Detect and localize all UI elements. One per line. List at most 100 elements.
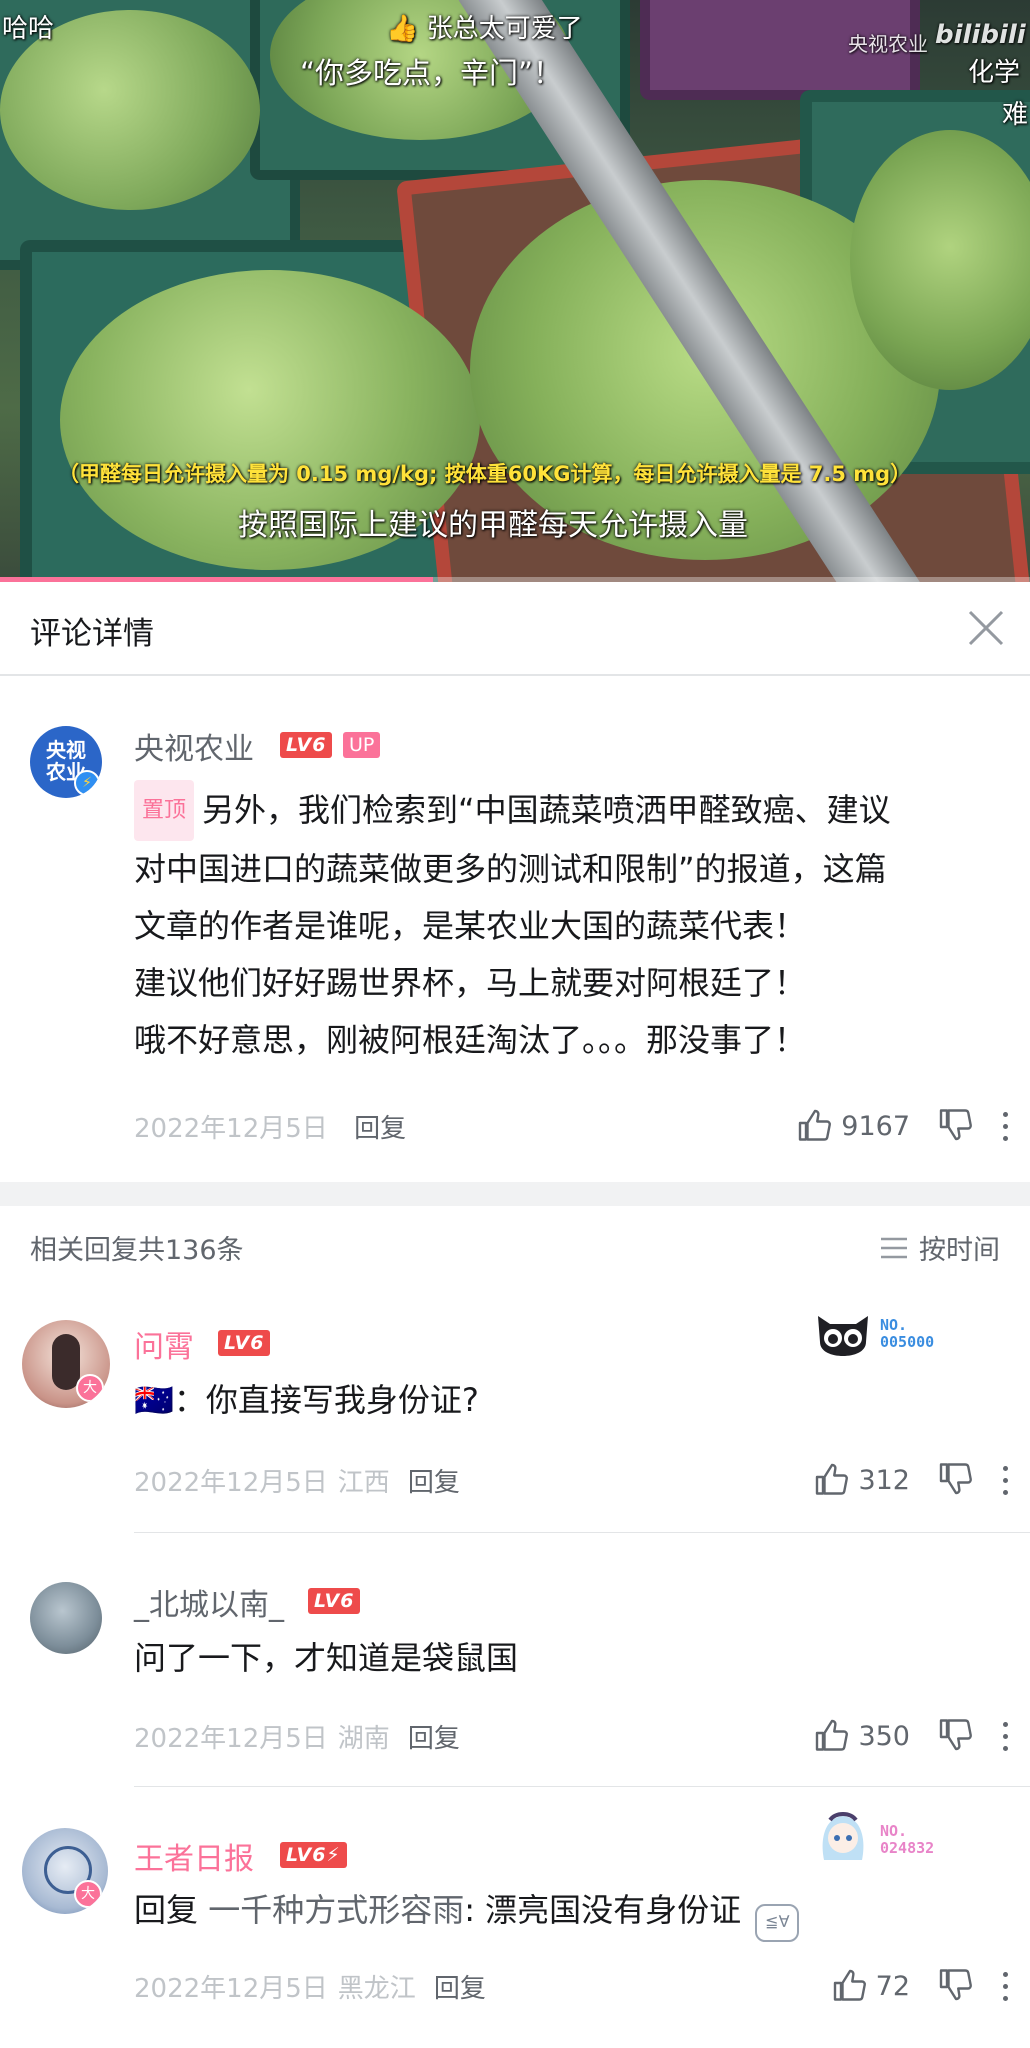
like-button[interactable]: 312 [814,1462,910,1498]
more-options-button[interactable] [1000,1718,1010,1754]
pin-badge: 置顶 [134,780,195,841]
comment-detail-header: 评论详情 [0,582,1030,676]
subtitle-main: 按照国际上建议的甲醛每天允许摄入量 [238,508,748,543]
more-options-button[interactable] [1000,1108,1010,1144]
avatar[interactable]: 央视 农业 ⚡ [30,726,102,798]
reply-content: 问了一下，才知道是袋鼠国 [134,1639,519,1677]
danmaku-text: “你多吃点，辛门”！ [300,56,563,90]
reply-date: 2022年12月5日 [134,1974,328,2004]
reply-actions: 350 [814,1716,1010,1756]
panel-title: 评论详情 [30,616,154,652]
more-options-button[interactable] [1000,1968,1010,2004]
reply-count: 相关回复共136条 [30,1235,244,1266]
avatar[interactable] [30,1582,102,1654]
lightning-icon: ⚡ [326,1844,341,1866]
comment-line: 置顶 另外，我们检索到“中国蔬菜喷洒甲醛致癌、建议 [134,780,994,841]
watermark-site: bilibili [935,20,1026,50]
reply-button[interactable]: 回复 [408,1468,460,1498]
level-text: LV6 [286,1844,327,1866]
thumbs-down-icon [939,1109,972,1141]
sort-icon [881,1237,907,1258]
thumbs-up-icon [833,1969,866,2001]
reply-item: 大 王者日报 LV6⚡ NO. 024832 回复 一千种方式形容雨: 漂亮国没… [0,1790,1030,2048]
more-options-button[interactable] [1000,1462,1010,1498]
username[interactable]: 央视农业 [134,724,254,768]
fan-number: NO. 005000 [880,1317,934,1351]
reply-prefix: 回复 [134,1891,209,1929]
comment-actions: 9167 [797,1106,1010,1146]
danmaku-text: 化学 [968,58,1021,88]
fan-number-value: 024832 [880,1839,935,1857]
reply-meta: 2022年12月5日 湖南 回复 [134,1718,460,1755]
more-icon [1002,1971,1008,1977]
reply-button[interactable]: 回复 [434,1974,486,2004]
reply-button[interactable]: 回复 [408,1724,460,1754]
danmaku-text: 张总太可爱了 [426,14,583,44]
cat-face-icon [818,1316,868,1356]
level-badge: LV6 [280,732,333,758]
avatar[interactable]: 大 [22,1320,110,1408]
more-icon [1002,1995,1008,2001]
comment-line: 对中国进口的蔬菜做更多的测试和限制”的报道，这篇 [134,850,887,888]
level-badge: LV6⚡ [280,1842,347,1868]
dislike-button[interactable] [938,1966,974,2006]
more-icon [1002,1489,1008,1495]
more-icon [1002,1733,1008,1739]
thumbs-up-icon [816,1463,849,1495]
dislike-button[interactable] [938,1460,974,1500]
username[interactable]: 王者日报 [134,1834,254,1878]
reply-button[interactable]: 回复 [354,1114,406,1144]
username[interactable]: _北城以南_ [134,1580,284,1624]
reply-location: 黑龙江 [337,1974,416,2004]
fan-level-icon: 大 [74,1880,102,1908]
more-icon [1002,1465,1008,1471]
reply-location: 江西 [337,1468,390,1498]
like-count: 72 [875,1970,910,2002]
comment-line: 哦不好意思，刚被阿根廷淘汰了。。。那没事了！ [134,1021,807,1059]
video-player[interactable]: 哈哈 👍 张总太可爱了 “你多吃点，辛门”！ 央视农业 bilibili 化学 … [0,0,1030,582]
comment-date: 2022年12月5日 [134,1114,328,1144]
like-button[interactable]: 350 [814,1718,910,1754]
username[interactable]: 问霄 [134,1322,194,1366]
up-badge: UP [343,732,381,758]
thumbs-down-icon [939,1719,972,1751]
like-count: 9167 [841,1110,910,1142]
reply-to-username[interactable]: 一千种方式形容雨 [208,1891,464,1929]
fan-number: NO. 024832 [880,1823,934,1857]
reply-divider [134,1786,1030,1787]
avatar[interactable]: 大 [22,1828,108,1914]
close-button[interactable] [962,604,1010,652]
reply-content: 🇦🇺：你直接写我身份证? [134,1381,479,1419]
comment-line: 建议他们好好踢世界杯，马上就要对阿根廷了！ [134,964,807,1002]
reply-date: 2022年12月5日 [134,1724,328,1754]
sort-button[interactable]: 按时间 [879,1228,1000,1267]
reply-location: 湖南 [337,1724,390,1754]
comment-content: 置顶 另外，我们检索到“中国蔬菜喷洒甲醛致癌、建议 对中国进口的蔬菜做更多的测试和… [134,780,994,1069]
more-icon [1002,1477,1008,1483]
like-button[interactable]: 9167 [797,1108,910,1144]
like-button[interactable]: 72 [832,1968,910,2004]
avatar-figure [52,1334,80,1390]
sort-label: 按时间 [919,1235,1000,1266]
danmaku-text: 难 [1002,100,1029,130]
dislike-button[interactable] [938,1106,974,1146]
reply-item: 大 问霄 LV6 NO. 005000 🇦🇺：你直接写我身份证? 2022年12… [0,1300,1030,1533]
reply-item: _北城以南_ LV6 问了一下，才知道是袋鼠国 2022年12月5日 湖南 回复 3… [0,1534,1030,1787]
level-badge: LV6 [218,1330,271,1356]
fan-number-value: 005000 [880,1333,935,1351]
reply-text: : 漂亮国没有身份证 [464,1891,742,1929]
like-count: 312 [858,1464,910,1496]
level-badge: LV6 [308,1588,361,1614]
more-icon [1002,1983,1008,1989]
like-count: 350 [858,1720,910,1752]
reply-actions: 312 [814,1460,1010,1500]
dislike-button[interactable] [938,1716,974,1756]
thumbs-down-icon [939,1969,972,2001]
reply-content: 回复 一千种方式形容雨: 漂亮国没有身份证 ≦∀ [134,1882,994,1942]
danmaku-text: 哈哈 [2,14,55,44]
section-divider [0,1182,1030,1206]
comment-line-text: 另外，我们检索到“中国蔬菜喷洒甲醛致癌、建议 [202,791,891,829]
tv-emoji-icon: ≦∀ [755,1904,800,1942]
subtitle-note: （甲醛每日允许摄入量为 0.15 mg/kg; 按体重60KG计算，每日允许摄入… [58,462,912,486]
more-icon [1002,1111,1008,1117]
